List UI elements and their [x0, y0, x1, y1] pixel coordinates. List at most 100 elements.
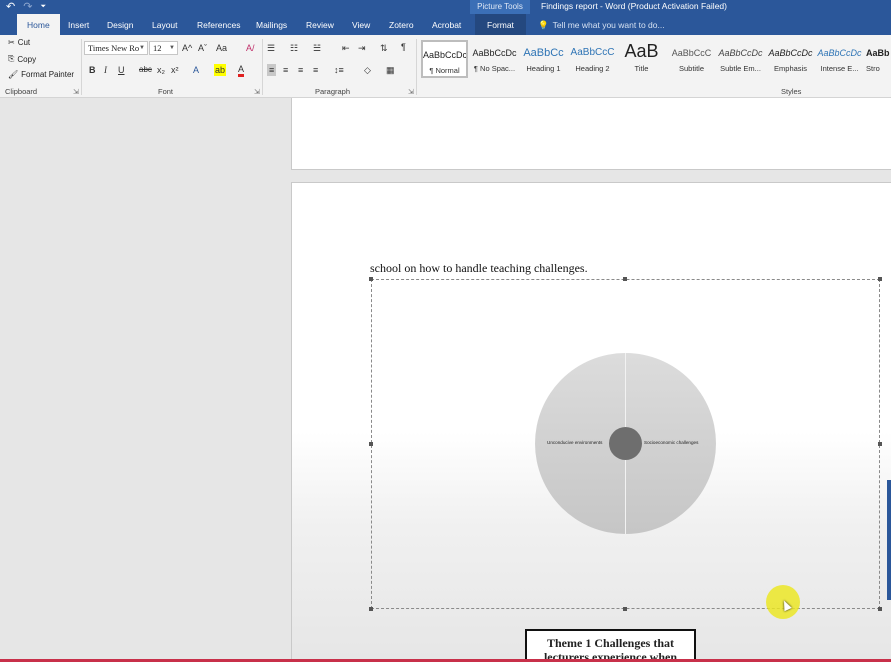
italic-button[interactable]: I [104, 64, 107, 76]
style-sample: AaBbCcDc [423, 50, 466, 60]
align-right-icon[interactable]: ≡ [298, 64, 303, 76]
change-case-icon[interactable]: Aa [216, 42, 227, 54]
undo-icon[interactable]: ↶ [6, 1, 15, 13]
tab-insert[interactable]: Insert [68, 14, 89, 35]
style-name: Title [634, 64, 649, 73]
style-title[interactable]: AaB Title [618, 40, 665, 78]
resize-handle[interactable] [878, 607, 882, 611]
clipboard-launcher-icon[interactable]: ⇲ [73, 88, 79, 96]
tab-layout[interactable]: Layout [152, 14, 178, 35]
clear-formatting-icon[interactable]: A/ [246, 42, 255, 54]
tell-me-search[interactable]: 💡 Tell me what you want to do... [538, 14, 665, 35]
resize-handle[interactable] [369, 442, 373, 446]
tab-zotero[interactable]: Zotero [389, 14, 414, 35]
style-sample: AaBbCcDc [817, 48, 862, 58]
subscript-button[interactable]: x₂ [157, 64, 165, 76]
style-name: Stro [866, 64, 880, 73]
highlight-color-icon[interactable]: ab [214, 64, 227, 76]
group-divider [416, 39, 417, 95]
paragraph-launcher-icon[interactable]: ⇲ [408, 88, 414, 96]
style-name: Heading 2 [575, 64, 610, 73]
style-emphasis[interactable]: AaBbCcDc Emphasis [767, 40, 814, 78]
style-heading-1[interactable]: AaBbCc Heading 1 [520, 40, 567, 78]
sort-icon[interactable]: ⇅ [380, 42, 388, 54]
multilevel-list-icon[interactable]: ☱ [313, 42, 321, 54]
underline-button[interactable]: U [118, 64, 125, 76]
lightbulb-icon: 💡 [538, 19, 549, 30]
style-intense-emphasis[interactable]: AaBbCcDc Intense E... [816, 40, 863, 78]
scrollbar[interactable] [887, 480, 891, 600]
tell-me-text: Tell me what you want to do... [552, 19, 665, 30]
increase-indent-icon[interactable]: ⇥ [358, 42, 366, 54]
superscript-button[interactable]: x² [171, 64, 179, 76]
style-sample: AaB [624, 41, 659, 61]
tab-format[interactable]: Format [475, 14, 526, 35]
tab-view[interactable]: View [352, 14, 370, 35]
resize-handle[interactable] [369, 277, 373, 281]
bold-button[interactable]: B [89, 64, 96, 76]
font-name-value: Times New Ro [88, 43, 140, 53]
style-sample: AaBbCcC [570, 47, 615, 58]
cut-button[interactable]: ✂ Cut [8, 38, 30, 47]
resize-handle[interactable] [878, 442, 882, 446]
tab-home[interactable]: Home [17, 14, 60, 35]
group-divider [81, 39, 82, 95]
body-paragraph[interactable]: school on how to handle teaching challen… [370, 261, 588, 276]
ribbon-tabs: Home Insert Design Layout References Mai… [0, 14, 891, 35]
resize-handle[interactable] [623, 277, 627, 281]
style-name: Emphasis [774, 64, 807, 73]
resize-handle[interactable] [878, 277, 882, 281]
bullets-icon[interactable]: ☰ [267, 42, 275, 54]
show-formatting-icon[interactable]: ¶ [401, 41, 406, 53]
style-name: Subtitle [678, 64, 705, 73]
style-subtle-emphasis[interactable]: AaBbCcDc Subtle Em... [717, 40, 764, 78]
line-spacing-icon[interactable]: ↕≡ [334, 64, 344, 76]
title-bar: ↶ ↷ ⏷ Picture Tools Findings report - Wo… [0, 0, 891, 14]
justify-icon[interactable]: ≡ [313, 64, 318, 76]
styles-group-label: Styles [781, 87, 802, 96]
grow-font-icon[interactable]: A^ [182, 42, 192, 54]
tab-acrobat[interactable]: Acrobat [432, 14, 461, 35]
strikethrough-button[interactable]: abc [139, 64, 152, 76]
decrease-indent-icon[interactable]: ⇤ [342, 42, 350, 54]
font-name-box[interactable]: Times New Ro ▼ [84, 41, 148, 55]
align-left-icon[interactable]: ≡ [267, 64, 277, 76]
copy-button[interactable]: ⎘ Copy [8, 54, 36, 64]
theme-heading-box[interactable]: Theme 1 Challenges that lecturers experi… [525, 629, 696, 662]
tab-references[interactable]: References [197, 14, 240, 35]
font-size-value: 12 [153, 43, 162, 53]
style-subtitle[interactable]: AaBbCcC Subtitle [668, 40, 715, 78]
font-launcher-icon[interactable]: ⇲ [254, 88, 260, 96]
style-heading-2[interactable]: AaBbCcC Heading 2 [569, 40, 616, 78]
resize-handle[interactable] [369, 607, 373, 611]
tab-mailings[interactable]: Mailings [256, 14, 287, 35]
style-strong[interactable]: AaBb Stro [866, 40, 891, 78]
chevron-down-icon: ▼ [139, 45, 145, 51]
page-previous[interactable] [291, 98, 891, 170]
customize-toolbar-icon[interactable]: ⏷ [40, 1, 46, 13]
style-normal[interactable]: AaBbCcDc ¶ Normal [421, 40, 468, 78]
shrink-font-icon[interactable]: Aˇ [198, 42, 207, 54]
font-group-label: Font [158, 87, 174, 96]
style-sample: AaBbCcDc [768, 48, 813, 58]
font-color-icon[interactable]: A [238, 64, 245, 77]
shading-icon[interactable]: ◇ [364, 64, 371, 76]
borders-icon[interactable]: ▦ [386, 64, 395, 76]
text-effects-icon[interactable]: A [193, 64, 199, 76]
diagram-label-right: Socioeconomic challenges [644, 440, 699, 445]
tab-review[interactable]: Review [306, 14, 334, 35]
style-no-spacing[interactable]: AaBbCcDc ¶ No Spac... [471, 40, 518, 78]
redo-icon[interactable]: ↷ [23, 1, 32, 13]
tab-design[interactable]: Design [107, 14, 133, 35]
align-center-icon[interactable]: ≡ [283, 64, 288, 76]
quick-access-toolbar: ↶ ↷ ⏷ [6, 0, 46, 14]
font-size-box[interactable]: 12 ▼ [149, 41, 178, 55]
numbering-icon[interactable]: ☷ [290, 42, 298, 54]
resize-handle[interactable] [623, 607, 627, 611]
diagram-center-circle [609, 427, 642, 460]
format-painter-label: Format Painter [21, 70, 75, 79]
group-divider [262, 39, 263, 95]
style-name: ¶ Normal [429, 66, 460, 75]
format-painter-button[interactable]: 🖌 Format Painter [8, 70, 74, 79]
copy-label: Copy [17, 54, 37, 64]
